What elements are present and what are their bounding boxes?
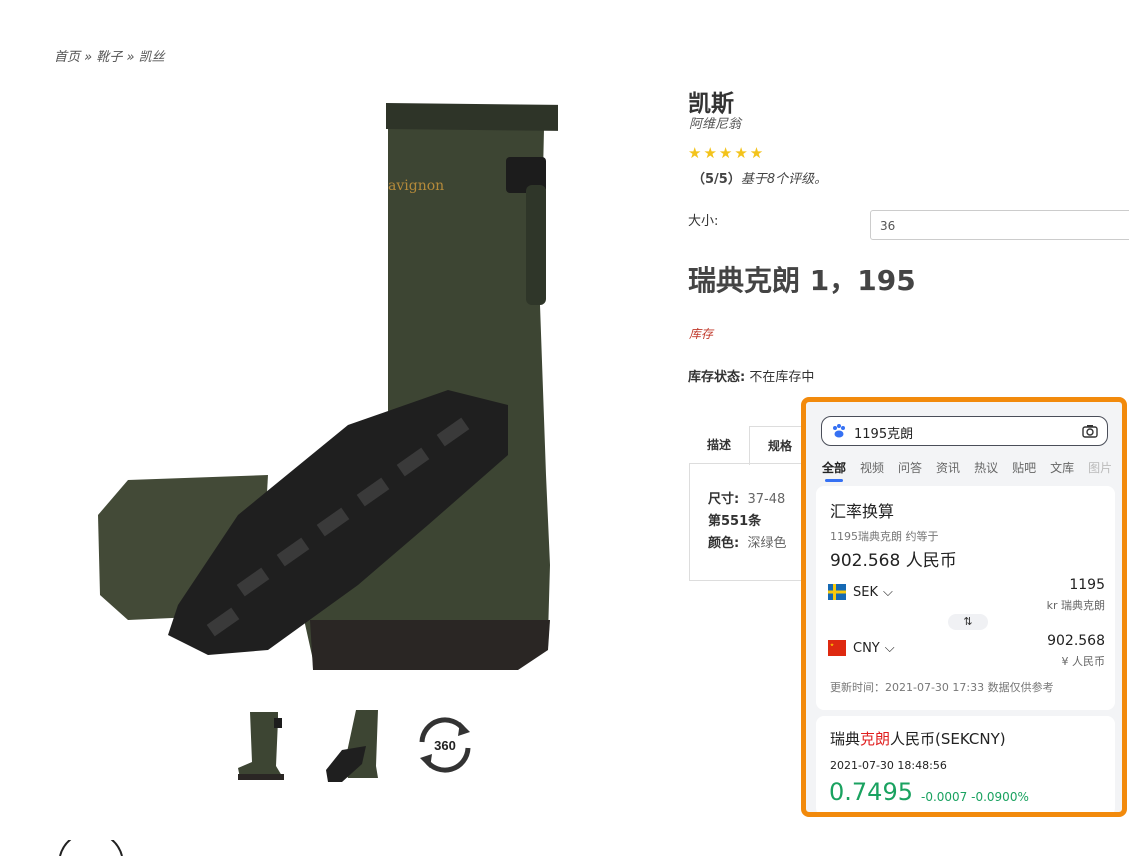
rotate-360-icon[interactable]: 360 xyxy=(414,706,476,784)
spec-size-value: 37-48 xyxy=(747,492,786,507)
search-bar[interactable]: 1195克朗 xyxy=(821,416,1108,446)
nav-tab-images[interactable]: 图片 xyxy=(1088,461,1112,475)
nav-tab-wenku[interactable]: 文库 xyxy=(1050,461,1074,475)
stock-link[interactable]: 库存 xyxy=(689,325,713,342)
rate-timestamp: 2021-07-30 18:48:56 xyxy=(830,759,947,772)
nav-tab-news[interactable]: 资讯 xyxy=(936,461,960,475)
rating-stars: ★★★★★ xyxy=(688,144,766,162)
breadcrumb-category[interactable]: 靴子 xyxy=(96,50,122,65)
sweden-flag-icon xyxy=(828,584,846,600)
update-time: 更新时间：2021-07-30 17:33 数据仅供参考 xyxy=(830,681,1054,694)
thumbnail-strip: 360 xyxy=(230,706,476,784)
to-currency-code: CNY xyxy=(853,640,880,656)
to-currency-name: ¥ 人民币 xyxy=(1061,655,1106,668)
exchange-card: 汇率换算 1195瑞典克朗 约等于 902.568 人民币 SEK ⌵ 1195… xyxy=(816,486,1115,710)
from-currency-name: kr 瑞典克朗 xyxy=(1046,599,1105,612)
to-amount[interactable]: 902.568 xyxy=(1047,633,1105,649)
rate-pair-suffix: 人民币(SEKCNY) xyxy=(890,730,1006,748)
rate-change: -0.0007 -0.0900% xyxy=(921,790,1029,804)
stock-status: 库存状态: 不在库存中 xyxy=(688,366,814,385)
size-select[interactable]: 36 xyxy=(870,210,1129,240)
breadcrumb-sep: » xyxy=(126,50,135,65)
breadcrumb-home[interactable]: 首页 xyxy=(54,50,80,65)
spec-article: 第551条 xyxy=(708,510,761,529)
rotate-360-label: 360 xyxy=(434,738,456,753)
scroll-top-button-icon[interactable] xyxy=(56,840,126,856)
rate-card[interactable]: 瑞典克朗人民币(SEKCNY) 2021-07-30 18:48:56 0.74… xyxy=(816,716,1115,812)
exchange-title: 汇率换算 xyxy=(830,502,895,521)
from-amount[interactable]: 1195 xyxy=(1069,577,1105,593)
rating-score: （5/5） xyxy=(692,172,741,187)
thumbnail-boot-side[interactable] xyxy=(230,706,292,784)
nav-tab-discuss[interactable]: 热议 xyxy=(974,461,998,475)
rate-pair-title: 瑞典克朗人民币(SEKCNY) xyxy=(830,728,1006,749)
search-query[interactable]: 1195克朗 xyxy=(854,423,913,442)
nav-tab-video[interactable]: 视频 xyxy=(860,461,884,475)
china-flag-icon xyxy=(828,640,846,656)
from-currency-code: SEK xyxy=(853,584,878,600)
thumbnail-boot-sole[interactable] xyxy=(322,706,384,784)
specs-panel: 尺寸: 37-48 第551条 颜色: 深绿色 xyxy=(689,463,819,581)
breadcrumb-sep: » xyxy=(84,50,93,65)
chevron-down-icon: ⌵ xyxy=(884,640,895,656)
from-currency-select[interactable]: SEK ⌵ xyxy=(828,584,893,600)
search-nav: 全部 视频 问答 资讯 热议 贴吧 文库 图片 xyxy=(822,459,1122,476)
tab-description[interactable]: 描述 xyxy=(689,426,749,464)
product-brand[interactable]: 阿维尼翁 xyxy=(689,113,741,132)
exchange-result: 902.568 人民币 xyxy=(830,551,957,571)
svg-text:avignon: avignon xyxy=(388,178,444,194)
size-label: 大小: xyxy=(688,214,719,229)
stock-status-label: 库存状态: xyxy=(688,370,746,385)
rate-value: 0.7495 xyxy=(829,778,913,806)
product-tabs: 描述 规格 xyxy=(689,426,812,465)
swap-currency-button[interactable]: ⇅ xyxy=(948,614,988,630)
breadcrumb: 首页 » 靴子 » 凯丝 xyxy=(54,46,165,65)
stock-status-value: 不在库存中 xyxy=(749,370,815,385)
spec-article-key: 第551条 xyxy=(708,514,762,529)
spec-size-key: 尺寸: xyxy=(708,492,740,507)
rate-pair-highlight: 克朗 xyxy=(860,730,891,748)
nav-tab-tieba[interactable]: 贴吧 xyxy=(1012,461,1036,475)
breadcrumb-current: 凯丝 xyxy=(138,50,165,65)
nav-tab-all[interactable]: 全部 xyxy=(822,461,846,475)
currency-converter-overlay: 1195克朗 全部 视频 问答 资讯 热议 贴吧 文库 图片 汇率换算 1195瑞典克朗 约等… xyxy=(801,397,1127,817)
rating-summary: （5/5）基于8个评级。 xyxy=(692,168,827,187)
nav-tab-qa[interactable]: 问答 xyxy=(898,461,922,475)
spec-color: 颜色: 深绿色 xyxy=(708,532,786,551)
product-price: 瑞典克朗 1，195 xyxy=(688,264,916,297)
rate-pair-prefix: 瑞典 xyxy=(830,730,861,748)
paw-icon xyxy=(833,424,845,438)
rating-count-text: 基于8个评级。 xyxy=(740,172,828,187)
product-main-image[interactable]: avignon xyxy=(88,95,558,680)
spec-color-key: 颜色: xyxy=(708,536,740,551)
spec-size: 尺寸: 37-48 xyxy=(708,488,785,507)
exchange-equals-text: 1195瑞典克朗 约等于 xyxy=(830,530,939,543)
to-currency-select[interactable]: CNY ⌵ xyxy=(828,640,895,656)
chevron-down-icon: ⌵ xyxy=(883,584,893,600)
camera-icon[interactable] xyxy=(1082,424,1098,438)
spec-color-value: 深绿色 xyxy=(747,536,787,551)
